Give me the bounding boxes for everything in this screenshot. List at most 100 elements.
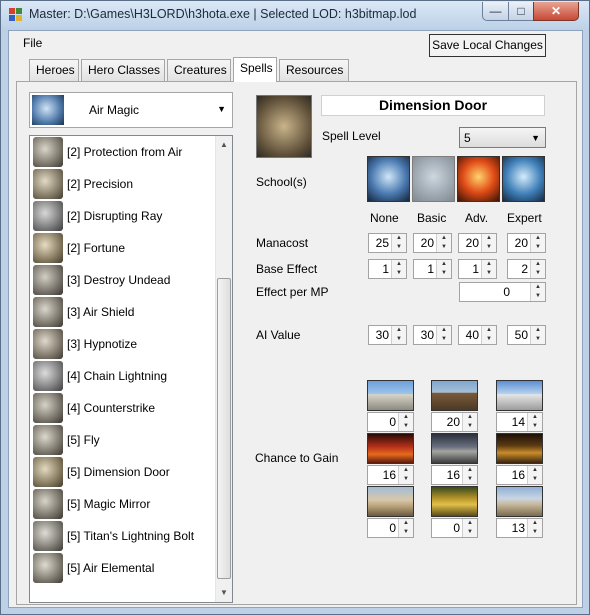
scroll-up-icon[interactable]: ▲ [216,136,232,153]
title-bar[interactable]: Master: D:\Games\H3LORD\h3hota.exe | Sel… [1,1,589,29]
base-effect-basic-stepper[interactable]: 1 ▲ ▼ [413,259,452,279]
list-item[interactable]: [4] Counterstrike [31,392,216,424]
stepper-down-icon[interactable]: ▼ [530,243,545,252]
list-item[interactable]: [5] Magic Mirror [31,488,216,520]
stepper-up-icon[interactable]: ▲ [481,234,496,243]
stepper-down-icon[interactable]: ▼ [398,528,413,537]
base-effect-none-stepper[interactable]: 1 ▲ ▼ [368,259,407,279]
stepper-down-icon[interactable]: ▼ [481,243,496,252]
stepper-down-icon[interactable]: ▼ [436,335,451,344]
effect-per-mp-stepper[interactable]: 0 ▲ ▼ [459,282,546,302]
list-item[interactable]: [4] Chain Lightning [31,360,216,392]
stepper-up-icon[interactable]: ▲ [462,519,477,528]
stepper-down-icon[interactable]: ▼ [527,475,542,484]
minimize-button[interactable]: — [482,2,509,21]
stepper-up-icon[interactable]: ▲ [527,413,542,422]
tab-hero-classes[interactable]: Hero Classes [81,59,165,81]
stepper-down-icon[interactable]: ▼ [398,475,413,484]
stepper-down-icon[interactable]: ▼ [391,335,406,344]
list-item[interactable]: [2] Precision [31,168,216,200]
chance-necropolis-stepper[interactable]: 16 ▲ ▼ [431,465,478,485]
spell-list-scrollbar[interactable]: ▲ ▼ [215,136,232,602]
stepper-down-icon[interactable]: ▼ [462,528,477,537]
list-item[interactable]: [5] Fly [31,424,216,456]
stepper-up-icon[interactable]: ▲ [527,519,542,528]
stepper-down-icon[interactable]: ▼ [462,475,477,484]
stepper-up-icon[interactable]: ▲ [462,466,477,475]
stepper-up-icon[interactable]: ▲ [398,519,413,528]
stepper-down-icon[interactable]: ▼ [530,335,545,344]
stepper-up-icon[interactable]: ▲ [398,466,413,475]
list-item[interactable]: [2] Fortune [31,232,216,264]
water-school-icon[interactable] [502,156,545,202]
manacost-adv-stepper[interactable]: 20 ▲ ▼ [458,233,497,253]
stepper-down-icon[interactable]: ▼ [481,269,496,278]
stepper-down-icon[interactable]: ▼ [481,335,496,344]
stepper-down-icon[interactable]: ▼ [527,528,542,537]
stepper-up-icon[interactable]: ▲ [436,234,451,243]
stepper-up-icon[interactable]: ▲ [481,326,496,335]
stepper-down-icon[interactable]: ▼ [391,243,406,252]
stepper-up-icon[interactable]: ▲ [391,234,406,243]
stepper-down-icon[interactable]: ▼ [436,269,451,278]
spell-level-dropdown[interactable]: 5 ▼ [459,127,546,148]
save-local-changes-button[interactable]: Save Local Changes [429,34,546,57]
stepper-up-icon[interactable]: ▲ [391,326,406,335]
chance-conflux-stepper[interactable]: 13 ▲ ▼ [496,518,543,538]
stepper-up-icon[interactable]: ▲ [462,413,477,422]
stepper-up-icon[interactable]: ▲ [391,260,406,269]
manacost-none-stepper[interactable]: 25 ▲ ▼ [368,233,407,253]
air-school-icon[interactable] [367,156,410,202]
stepper-down-icon[interactable]: ▼ [530,269,545,278]
stepper-up-icon[interactable]: ▲ [527,466,542,475]
tab-resources[interactable]: Resources [279,59,349,81]
stepper-up-icon[interactable]: ▲ [398,413,413,422]
list-item[interactable]: [3] Hypnotize [31,328,216,360]
ai-value-adv-stepper[interactable]: 40 ▲ ▼ [458,325,497,345]
stepper-up-icon[interactable]: ▲ [530,234,545,243]
stepper-up-icon[interactable]: ▲ [530,260,545,269]
tab-creatures[interactable]: Creatures [167,59,231,81]
fire-school-icon[interactable] [457,156,500,202]
stepper-up-icon[interactable]: ▲ [530,326,545,335]
chance-stronghold-stepper[interactable]: 0 ▲ ▼ [367,518,414,538]
list-item[interactable]: [2] Protection from Air [31,136,216,168]
chance-tower-stepper[interactable]: 14 ▲ ▼ [496,412,543,432]
base-effect-adv-stepper[interactable]: 1 ▲ ▼ [458,259,497,279]
menu-file[interactable]: File [23,36,42,50]
list-item[interactable]: [3] Air Shield [31,296,216,328]
stepper-up-icon[interactable]: ▲ [436,326,451,335]
list-item[interactable]: [5] Titan's Lightning Bolt [31,520,216,552]
stepper-up-icon[interactable]: ▲ [530,283,545,292]
scrollbar-thumb[interactable] [217,278,231,579]
list-item[interactable]: [2] Disrupting Ray [31,200,216,232]
list-item[interactable]: [5] Dimension Door [31,456,216,488]
tab-heroes[interactable]: Heroes [29,59,79,81]
tab-spells[interactable]: Spells [233,57,277,82]
chance-dungeon-stepper[interactable]: 16 ▲ ▼ [496,465,543,485]
ai-value-basic-stepper[interactable]: 30 ▲ ▼ [413,325,452,345]
chance-castle-stepper[interactable]: 0 ▲ ▼ [367,412,414,432]
ai-value-none-stepper[interactable]: 30 ▲ ▼ [368,325,407,345]
spell-name-field[interactable]: Dimension Door [321,95,545,116]
stepper-up-icon[interactable]: ▲ [436,260,451,269]
stepper-down-icon[interactable]: ▼ [436,243,451,252]
list-item[interactable]: [5] Air Elemental [31,552,216,584]
stepper-down-icon[interactable]: ▼ [391,269,406,278]
stepper-down-icon[interactable]: ▼ [462,422,477,431]
chance-rampart-stepper[interactable]: 20 ▲ ▼ [431,412,478,432]
spell-list[interactable]: [2] Protection from Air [2] Precision [2… [29,135,233,603]
magic-school-dropdown[interactable]: Air Magic ▼ [29,92,233,128]
earth-school-icon[interactable] [412,156,455,202]
chance-inferno-stepper[interactable]: 16 ▲ ▼ [367,465,414,485]
base-effect-expert-stepper[interactable]: 2 ▲ ▼ [507,259,546,279]
scroll-down-icon[interactable]: ▼ [216,584,232,601]
close-button[interactable]: ✕ [533,2,579,21]
manacost-basic-stepper[interactable]: 20 ▲ ▼ [413,233,452,253]
chance-fortress-stepper[interactable]: 0 ▲ ▼ [431,518,478,538]
ai-value-expert-stepper[interactable]: 50 ▲ ▼ [507,325,546,345]
maximize-button[interactable]: □ [508,2,534,21]
stepper-up-icon[interactable]: ▲ [481,260,496,269]
stepper-down-icon[interactable]: ▼ [530,292,545,301]
stepper-down-icon[interactable]: ▼ [527,422,542,431]
